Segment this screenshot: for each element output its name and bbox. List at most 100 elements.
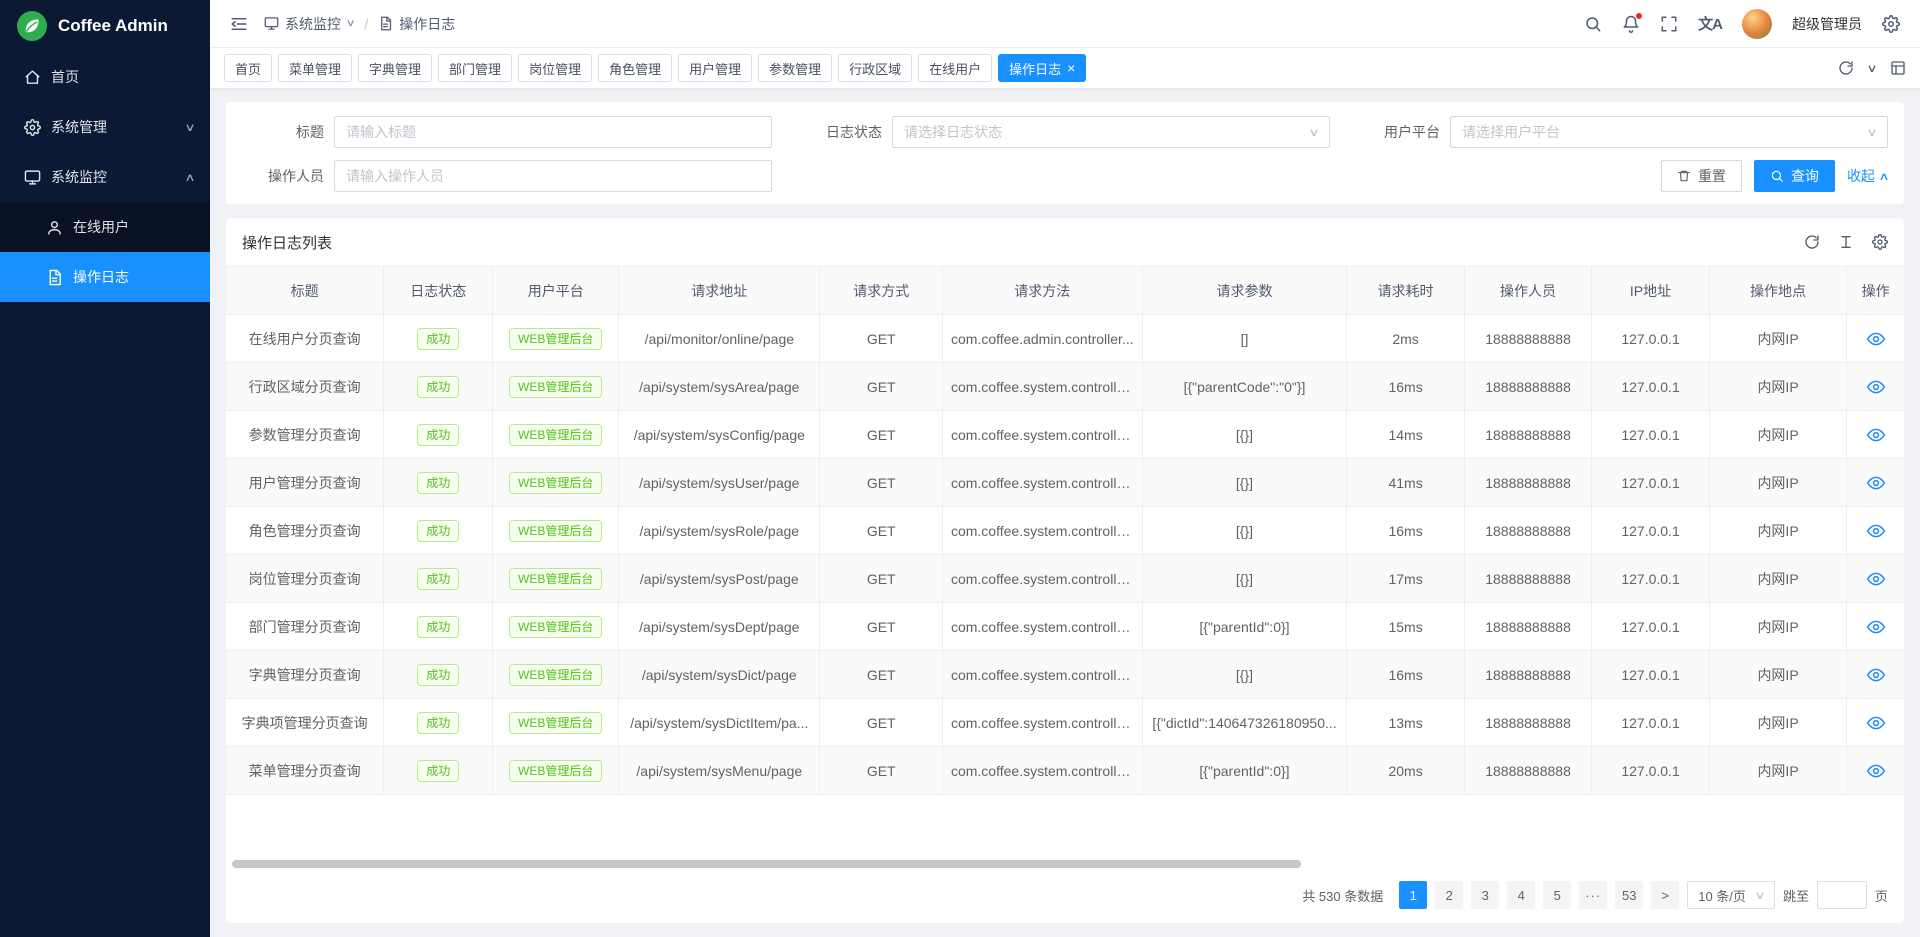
page-button[interactable]: 1 bbox=[1399, 881, 1427, 909]
gear-icon bbox=[24, 119, 41, 136]
menu-fold-icon[interactable] bbox=[230, 15, 248, 33]
jump-unit-label: 页 bbox=[1875, 886, 1888, 905]
cell-params: [{"dictId":140647326180950... bbox=[1142, 699, 1347, 747]
sidebar-item-label: 在线用户 bbox=[73, 217, 129, 237]
tab-item[interactable]: 在线用户 bbox=[918, 54, 992, 82]
cell-title: 字典管理分页查询 bbox=[226, 651, 384, 699]
tab-item[interactable]: 菜单管理 bbox=[278, 54, 352, 82]
tab-item[interactable]: 部门管理 bbox=[438, 54, 512, 82]
sidebar-item-operation-log[interactable]: 操作日志 bbox=[0, 252, 210, 302]
tab-label: 角色管理 bbox=[609, 59, 661, 78]
view-detail-icon[interactable] bbox=[1867, 714, 1885, 732]
tab-list: 首页菜单管理字典管理部门管理岗位管理角色管理用户管理参数管理行政区域在线用户操作… bbox=[224, 54, 1826, 82]
sidebar-item-label: 首页 bbox=[51, 67, 79, 87]
cell-location: 内网IP bbox=[1709, 507, 1847, 555]
platform-badge: WEB管理后台 bbox=[509, 712, 602, 734]
monitor-icon bbox=[24, 169, 41, 186]
view-detail-icon[interactable] bbox=[1867, 666, 1885, 684]
page-button[interactable]: 3 bbox=[1471, 881, 1499, 909]
page-size-select[interactable]: 10 条/页 ∨ bbox=[1687, 881, 1775, 909]
sidebar-item-system-management[interactable]: 系统管理 ∨ bbox=[0, 102, 210, 152]
refresh-icon[interactable] bbox=[1838, 60, 1854, 76]
search-button[interactable]: 查询 bbox=[1754, 160, 1835, 192]
cell-params: [{}] bbox=[1142, 651, 1347, 699]
tab-item[interactable]: 操作日志 × bbox=[998, 54, 1086, 82]
settings-icon[interactable] bbox=[1872, 234, 1888, 250]
view-detail-icon[interactable] bbox=[1867, 426, 1885, 444]
title-filter-input[interactable] bbox=[334, 116, 772, 148]
top-bar: 系统监控 ∨ / 操作日志 bbox=[210, 0, 1920, 48]
fullscreen-icon[interactable] bbox=[1660, 15, 1678, 33]
tab-item[interactable]: 字典管理 bbox=[358, 54, 432, 82]
tab-item[interactable]: 用户管理 bbox=[678, 54, 752, 82]
tab-item[interactable]: 首页 bbox=[224, 54, 272, 82]
page-button[interactable]: 5 bbox=[1543, 881, 1571, 909]
platform-filter-label: 用户平台 bbox=[1358, 122, 1440, 142]
cell-handler: com.coffee.system.controlle... bbox=[942, 747, 1142, 795]
sidebar-item-system-monitor[interactable]: 系统监控 ∧ bbox=[0, 152, 210, 202]
settings-icon[interactable] bbox=[1882, 15, 1900, 33]
chevron-down-icon[interactable]: ∨ bbox=[1866, 62, 1877, 75]
tab-item[interactable]: 岗位管理 bbox=[518, 54, 592, 82]
cell-handler: com.coffee.system.controlle... bbox=[942, 363, 1142, 411]
operator-filter-input[interactable] bbox=[334, 160, 772, 192]
platform-badge: WEB管理后台 bbox=[509, 616, 602, 638]
close-icon[interactable]: × bbox=[1067, 61, 1075, 75]
cell-params: [{"parentId":0}] bbox=[1142, 747, 1347, 795]
status-filter-select[interactable]: 请选择日志状态 ∨ bbox=[892, 116, 1330, 148]
username[interactable]: 超级管理员 bbox=[1792, 14, 1862, 34]
platform-badge: WEB管理后台 bbox=[509, 376, 602, 398]
app-logo[interactable]: Coffee Admin bbox=[0, 0, 210, 52]
refresh-icon[interactable] bbox=[1804, 234, 1820, 250]
platform-badge: WEB管理后台 bbox=[509, 472, 602, 494]
table-header-row: 标题日志状态用户平台请求地址请求方式请求方法请求参数请求耗时操作人员IP地址操作… bbox=[226, 267, 1904, 315]
sidebar-item-home[interactable]: 首页 bbox=[0, 52, 210, 102]
view-detail-icon[interactable] bbox=[1867, 618, 1885, 636]
cell-status: 成功 bbox=[384, 507, 493, 555]
cell-method: GET bbox=[820, 603, 942, 651]
page-button[interactable]: 2 bbox=[1435, 881, 1463, 909]
cell-url: /api/system/sysPost/page bbox=[619, 555, 820, 603]
cell-title: 字典项管理分页查询 bbox=[226, 699, 384, 747]
view-detail-icon[interactable] bbox=[1867, 474, 1885, 492]
tab-item[interactable]: 参数管理 bbox=[758, 54, 832, 82]
column-height-icon[interactable] bbox=[1838, 234, 1854, 250]
cell-title: 参数管理分页查询 bbox=[226, 411, 384, 459]
sidebar-item-online-users[interactable]: 在线用户 bbox=[0, 202, 210, 252]
tab-bar: 首页菜单管理字典管理部门管理岗位管理角色管理用户管理参数管理行政区域在线用户操作… bbox=[210, 48, 1920, 88]
view-detail-icon[interactable] bbox=[1867, 378, 1885, 396]
next-page-button[interactable]: > bbox=[1651, 881, 1679, 909]
platform-filter-select[interactable]: 请选择用户平台 ∨ bbox=[1450, 116, 1888, 148]
page-button[interactable]: 4 bbox=[1507, 881, 1535, 909]
coffee-logo-icon bbox=[16, 10, 48, 42]
search-icon[interactable] bbox=[1584, 15, 1602, 33]
tab-label: 操作日志 bbox=[1009, 59, 1061, 78]
view-detail-icon[interactable] bbox=[1867, 762, 1885, 780]
cell-platform: WEB管理后台 bbox=[493, 603, 619, 651]
jump-page-input[interactable] bbox=[1817, 881, 1867, 909]
cell-title: 角色管理分页查询 bbox=[226, 507, 384, 555]
column-header: 标题 bbox=[226, 267, 384, 315]
translate-icon[interactable]: 文A bbox=[1698, 15, 1722, 33]
cell-handler: com.coffee.system.controlle... bbox=[942, 555, 1142, 603]
cell-action bbox=[1847, 603, 1904, 651]
horizontal-scrollbar[interactable] bbox=[230, 859, 1900, 869]
scrollbar-thumb[interactable] bbox=[232, 860, 1301, 868]
layout-icon[interactable] bbox=[1890, 60, 1906, 76]
bell-icon[interactable] bbox=[1622, 15, 1640, 33]
status-badge: 成功 bbox=[417, 568, 459, 590]
tab-item[interactable]: 行政区域 bbox=[838, 54, 912, 82]
cell-time: 16ms bbox=[1347, 363, 1464, 411]
view-detail-icon[interactable] bbox=[1867, 330, 1885, 348]
notification-dot bbox=[1635, 12, 1643, 20]
collapse-toggle[interactable]: 收起 ∧ bbox=[1847, 166, 1888, 186]
reset-button[interactable]: 重置 bbox=[1661, 160, 1742, 192]
avatar[interactable] bbox=[1742, 9, 1772, 39]
view-detail-icon[interactable] bbox=[1867, 570, 1885, 588]
page-button[interactable]: 53 bbox=[1615, 881, 1643, 909]
document-icon bbox=[378, 16, 393, 31]
tab-label: 字典管理 bbox=[369, 59, 421, 78]
breadcrumb-parent[interactable]: 系统监控 ∨ bbox=[264, 14, 354, 34]
tab-item[interactable]: 角色管理 bbox=[598, 54, 672, 82]
view-detail-icon[interactable] bbox=[1867, 522, 1885, 540]
